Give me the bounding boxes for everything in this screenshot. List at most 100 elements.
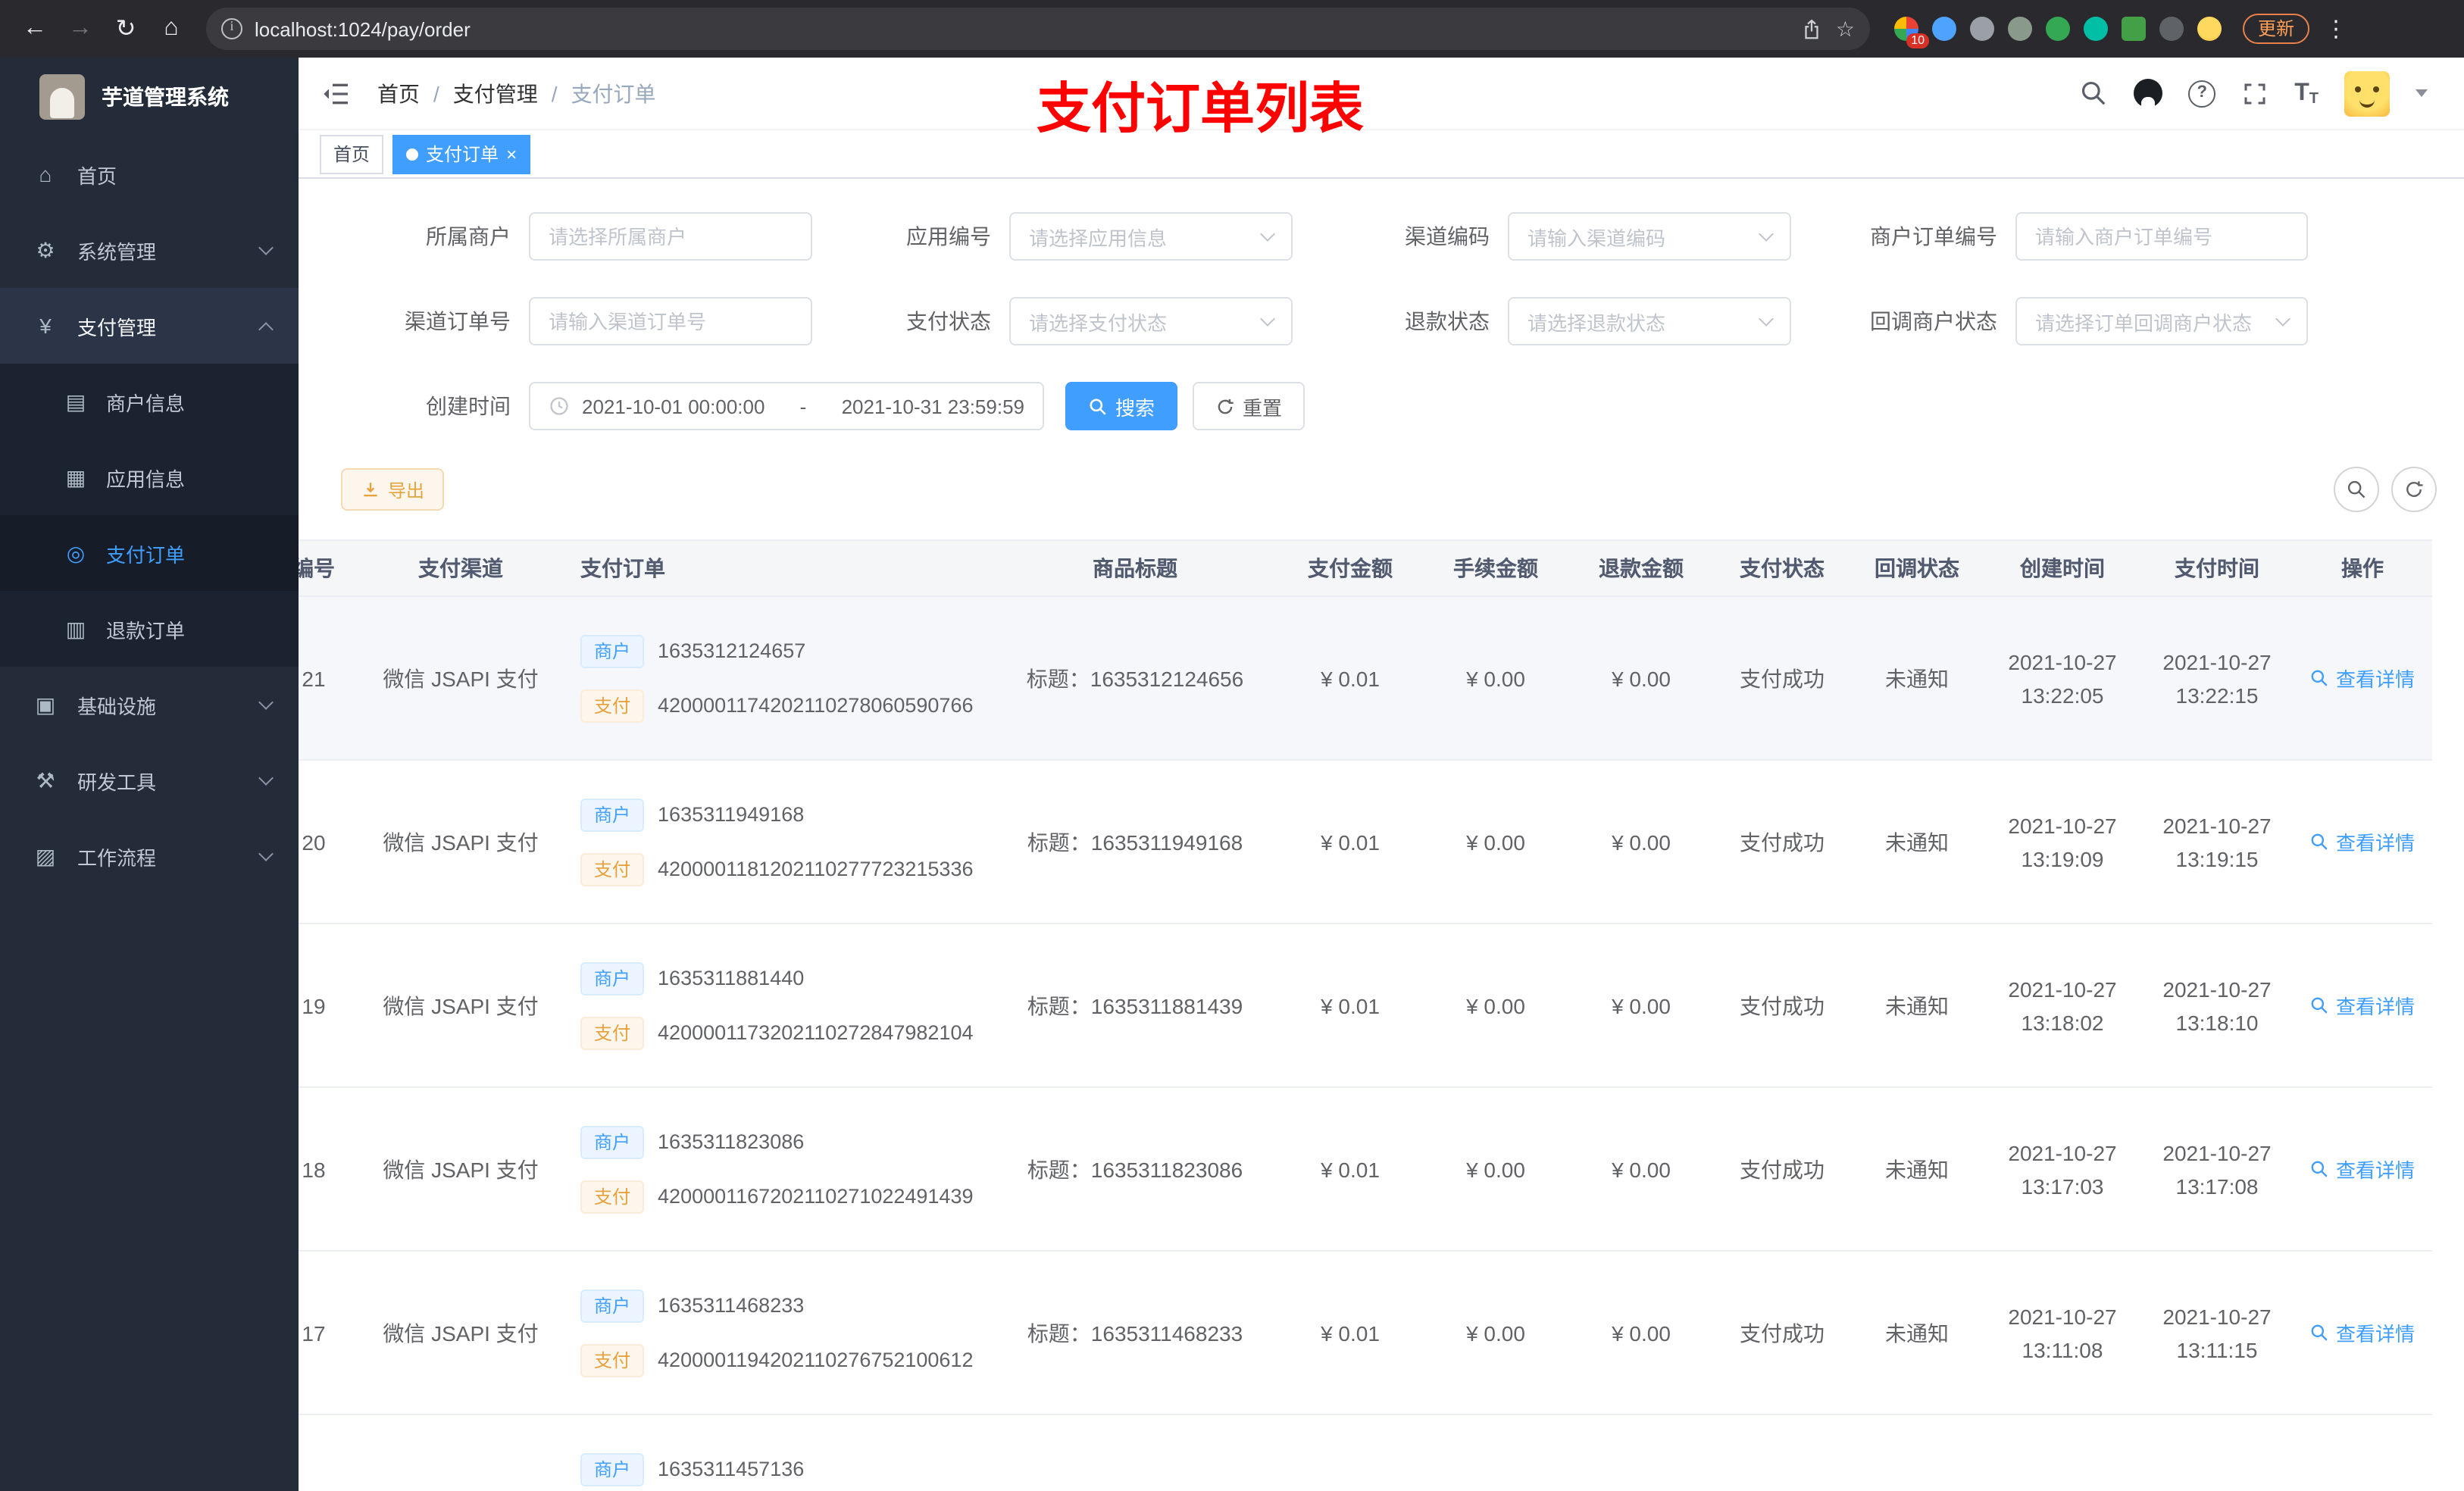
breadcrumb-home[interactable]: 首页	[377, 78, 420, 108]
bookmark-star-icon[interactable]: ☆	[1836, 16, 1855, 42]
refresh-icon[interactable]	[2391, 467, 2437, 512]
filter-label: 渠道订单号	[405, 309, 511, 333]
filter-label: 所属商户	[426, 224, 511, 248]
extension-icon[interactable]	[1894, 17, 1929, 48]
sidebar-item-infra[interactable]: ▣ 基础设施	[0, 667, 299, 742]
channel-code-select[interactable]: 请输入渠道编码	[1508, 212, 1791, 261]
tab-home[interactable]: 首页	[320, 134, 384, 173]
sidebar-item-refund-order[interactable]: ▥ 退款订单	[0, 591, 299, 667]
share-icon[interactable]	[1801, 17, 1824, 40]
view-detail-link[interactable]: 查看详情	[2310, 1155, 2415, 1183]
sidebar-logo: 芋道管理系统	[0, 58, 299, 136]
merchant-tag: 商户	[580, 634, 645, 667]
extensions-puzzle-icon[interactable]	[2159, 17, 2184, 41]
forward-icon[interactable]: →	[61, 9, 100, 48]
cell-create-time: 2021-10-27 13:22:05	[2008, 649, 2117, 707]
merchant-tag: 商户	[580, 961, 645, 995]
table-row: 18 微信 JSAPI 支付 商户 1635311823086 支付 4200001…	[299, 1088, 2432, 1252]
sidebar-item-merchant-info[interactable]: ▤ 商户信息	[0, 364, 299, 439]
cell-id	[299, 1415, 362, 1491]
cell-amount: ¥ 0.01	[1321, 993, 1380, 1017]
extensions-area	[1894, 17, 2222, 48]
sidebar-item-home[interactable]: ⌂ 首页	[0, 136, 299, 212]
browser-menu-icon[interactable]: ⋮	[2325, 15, 2347, 42]
pay-tag: 支付	[580, 1180, 645, 1213]
sidebar-item-app-info[interactable]: ▦ 应用信息	[0, 439, 299, 515]
cell-status: 支付成功	[1740, 993, 1825, 1017]
font-size-icon[interactable]	[2294, 80, 2319, 107]
merchant-order-no: 1635311468233	[658, 1294, 805, 1317]
github-icon[interactable]	[2134, 79, 2163, 108]
view-detail-link[interactable]: 查看详情	[2310, 991, 2415, 1020]
channel-order-no-input[interactable]	[529, 297, 812, 345]
sidebar-item-workflow[interactable]: ▨ 工作流程	[0, 818, 299, 894]
extension-icon[interactable]	[1932, 17, 1956, 41]
date-separator: -	[799, 395, 807, 417]
search-icon[interactable]	[2079, 79, 2108, 108]
cell-id: 17	[302, 1321, 326, 1345]
table-toolbar: 导出	[299, 467, 2464, 512]
top-navbar: 首页 支付管理 支付订单 支付订单列表	[299, 58, 2464, 139]
cell-fee: ¥ 0.00	[1466, 1321, 1525, 1345]
notify-status-select[interactable]: 请选择订单回调商户状态	[2015, 297, 2308, 345]
filter-row-2: 渠道订单号 支付状态 请选择支付状态 退款状态 请选择退款状态	[299, 297, 2464, 345]
cell-id: 21	[302, 666, 326, 690]
tab-pay-order[interactable]: 支付订单	[392, 134, 531, 173]
extension-icon[interactable]	[2084, 17, 2108, 41]
sidebar-item-pay-order[interactable]: ◎ 支付订单	[0, 515, 299, 591]
sidebar-fold-icon[interactable]	[321, 78, 352, 108]
toggle-search-icon[interactable]	[2334, 467, 2379, 512]
sidebar-item-dev-tools[interactable]: ⚒ 研发工具	[0, 742, 299, 818]
search-button[interactable]: 搜索	[1065, 382, 1178, 430]
url-text[interactable]: localhost:1024/pay/order	[255, 17, 1789, 40]
site-info-icon[interactable]	[221, 18, 242, 39]
help-icon[interactable]	[2188, 80, 2216, 107]
create-time-range-picker[interactable]: 2021-10-01 00:00:00 - 2021-10-31 23:59:5…	[529, 382, 1044, 430]
reset-button[interactable]: 重置	[1193, 382, 1305, 430]
view-detail-link[interactable]: 查看详情	[2310, 827, 2415, 856]
pay-order-no: 4200001173202110272847982104	[658, 1021, 974, 1044]
table-row: 17 微信 JSAPI 支付 商户 1635311468233 支付 4200001…	[299, 1252, 2432, 1415]
merchant-input[interactable]	[529, 212, 812, 261]
cell-notify: 未通知	[1885, 993, 1949, 1017]
home-menu-icon: ⌂	[39, 162, 52, 186]
breadcrumb-pay-manage[interactable]: 支付管理	[453, 78, 538, 108]
sidebar-item-payment[interactable]: ¥ 支付管理	[0, 288, 299, 364]
cell-title: 标题：1635311949168	[1027, 830, 1243, 854]
user-avatar[interactable]	[2344, 70, 2390, 116]
merchant-tag: 商户	[580, 1452, 645, 1486]
cell-status: 支付成功	[1740, 666, 1825, 690]
view-detail-link[interactable]: 查看详情	[2310, 1318, 2415, 1347]
profile-avatar-icon[interactable]	[2197, 17, 2222, 41]
filter-row-1: 所属商户 应用编号 请选择应用信息 渠道编码 请输入渠道编码	[299, 212, 2464, 261]
extension-icon[interactable]	[2046, 17, 2070, 41]
refund-status-select[interactable]: 请选择退款状态	[1508, 297, 1791, 345]
cell-title: 标题：1635312124656	[1026, 666, 1244, 690]
chevron-down-icon	[2275, 311, 2290, 327]
home-icon[interactable]: ⌂	[152, 9, 191, 48]
cell-notify: 未通知	[1885, 666, 1949, 690]
reload-icon[interactable]: ↻	[106, 9, 145, 48]
cell-fee: ¥ 0.00	[1466, 993, 1525, 1017]
address-bar[interactable]: localhost:1024/pay/order ☆	[206, 8, 1870, 50]
view-detail-link[interactable]: 查看详情	[2310, 664, 2415, 692]
card-icon: ▤	[65, 389, 86, 413]
extension-icon[interactable]	[2008, 17, 2032, 41]
back-icon[interactable]: ←	[15, 9, 55, 48]
target-icon: ◎	[66, 540, 86, 564]
avatar-caret-icon[interactable]	[2416, 89, 2428, 97]
browser-update-button[interactable]: 更新	[2243, 14, 2310, 44]
chevron-down-icon	[1759, 227, 1774, 242]
fullscreen-icon[interactable]	[2241, 80, 2269, 107]
app-id-select[interactable]: 请选择应用信息	[1009, 212, 1293, 261]
extension-icon[interactable]	[2122, 17, 2146, 41]
filter-row-3: 创建时间 2021-10-01 00:00:00 - 2021-10-31 23…	[299, 382, 2464, 430]
extension-icon[interactable]	[1970, 17, 1994, 41]
pay-status-select[interactable]: 请选择支付状态	[1009, 297, 1293, 345]
cell-refund: ¥ 0.00	[1612, 1157, 1671, 1181]
merchant-order-no-input[interactable]	[2015, 212, 2308, 261]
cell-pay-time: 2021-10-27 13:11:15	[2162, 1304, 2272, 1361]
export-button[interactable]: 导出	[341, 468, 445, 511]
sidebar-item-system[interactable]: ⚙ 系统管理	[0, 212, 299, 288]
close-icon[interactable]	[506, 145, 517, 163]
